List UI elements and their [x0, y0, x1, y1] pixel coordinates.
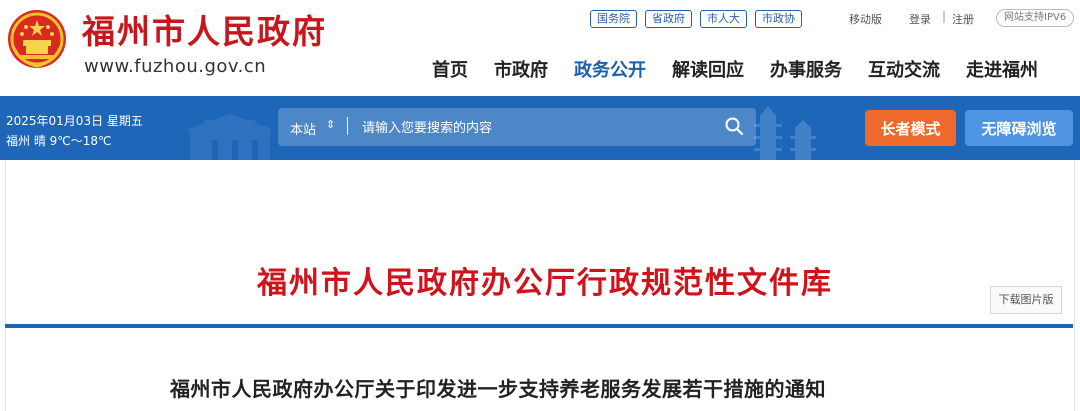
nav-government[interactable]: 市政府 — [494, 56, 548, 82]
nav-open-government[interactable]: 政务公开 — [574, 56, 646, 82]
chevron-updown-icon[interactable]: ⇕ — [326, 118, 335, 131]
search-icon[interactable] — [724, 116, 744, 136]
nav-services[interactable]: 办事服务 — [770, 56, 842, 82]
search-input[interactable] — [360, 114, 724, 142]
nav-home[interactable]: 首页 — [432, 56, 468, 82]
page-title: 福州市人民政府办公厅行政规范性文件库 — [257, 266, 833, 301]
site-header: 福州市人民政府 www.fuzhou.gov.cn 国务院 省政府 市人大 市政… — [0, 0, 1080, 96]
nav-interpretation[interactable]: 解读回应 — [672, 56, 744, 82]
search-box: 本站 ⇕ — [278, 108, 756, 146]
mobile-version-link[interactable]: 移动版 — [849, 11, 882, 27]
title-divider — [5, 324, 1073, 328]
site-url: www.fuzhou.gov.cn — [84, 56, 267, 77]
elder-mode-button[interactable]: 长者模式 — [865, 110, 956, 146]
nav-interaction[interactable]: 互动交流 — [868, 56, 940, 82]
national-emblem-icon — [8, 10, 66, 68]
login-link[interactable]: 登录 — [909, 11, 931, 27]
top-link-state-council[interactable]: 国务院 — [590, 10, 637, 28]
nav-about-fuzhou[interactable]: 走进福州 — [966, 56, 1038, 82]
weather-info: 福州 晴 9℃～18℃ — [6, 134, 112, 148]
search-scope-select[interactable]: 本站 — [290, 119, 316, 138]
top-link-province[interactable]: 省政府 — [645, 10, 692, 28]
current-date: 2025年01月03日 星期五 — [6, 114, 143, 128]
document-title: 福州市人民政府办公厅关于印发进一步支持养老服务发展若干措施的通知 — [170, 377, 826, 401]
register-link[interactable]: 注册 — [952, 11, 974, 27]
top-link-cppcc[interactable]: 市政协 — [755, 10, 802, 28]
accessibility-button[interactable]: 无障碍浏览 — [965, 110, 1073, 146]
top-links: 国务院 省政府 市人大 市政协 — [590, 10, 802, 28]
ipv6-badge: 网站支持IPV6 — [996, 9, 1075, 27]
download-image-button[interactable]: 下载图片版 — [990, 286, 1062, 314]
search-divider — [347, 117, 348, 135]
login-separator: | — [942, 9, 947, 23]
site-name: 福州市人民政府 — [82, 12, 327, 51]
main-nav: 首页 市政府 政务公开 解读回应 办事服务 互动交流 走进福州 — [432, 56, 1038, 82]
top-link-npc[interactable]: 市人大 — [700, 10, 747, 28]
